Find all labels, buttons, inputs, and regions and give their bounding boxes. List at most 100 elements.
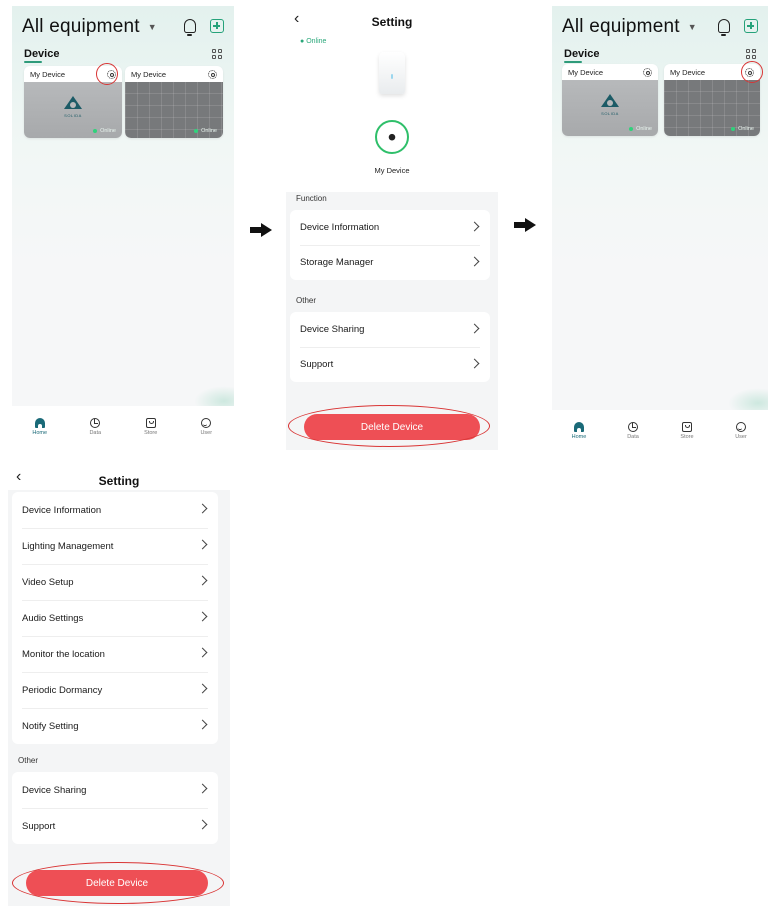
add-device-icon[interactable]: [744, 19, 758, 33]
device-name: My Device: [30, 69, 66, 79]
group-label-other: Other: [18, 756, 39, 765]
list-item[interactable]: Support: [12, 808, 218, 844]
page-title: All equipment: [562, 16, 680, 37]
home-header[interactable]: All equipment ▼: [22, 16, 157, 38]
section-label: Device: [564, 48, 600, 63]
gear-icon[interactable]: [208, 69, 217, 79]
list-item-label: Lighting Management: [22, 540, 114, 552]
store-icon: [145, 418, 156, 428]
list-item-label: Video Setup: [22, 576, 74, 588]
page-title: All equipment: [22, 16, 140, 37]
list-item-label: Device Sharing: [22, 784, 87, 796]
brand-logo-icon: [601, 94, 619, 108]
add-device-icon[interactable]: [210, 19, 224, 33]
setting-screen-full: ‹ Setting Device Information Lighting Ma…: [8, 466, 230, 906]
list-item[interactable]: Storage Manager: [290, 245, 490, 280]
home-header[interactable]: All equipment ▼: [562, 16, 697, 38]
device-header-panel: [286, 6, 498, 192]
brand-logo-text: SOLIDA: [601, 111, 619, 116]
tab-user[interactable]: User: [726, 422, 756, 440]
chevron-right-icon: [197, 611, 208, 622]
function-group: Device Information Storage Manager: [290, 210, 490, 280]
list-item[interactable]: Device Information: [12, 492, 218, 528]
tab-bar: Home Data Store User: [552, 410, 768, 450]
grid-view-icon[interactable]: [212, 49, 222, 59]
home-icon: [34, 418, 45, 428]
device-name: My Device: [670, 67, 706, 77]
list-item[interactable]: Periodic Dormancy: [12, 672, 218, 708]
tab-data[interactable]: Data: [618, 422, 648, 440]
setting-screen-overview: ‹ Setting ● Online My Device Function De…: [286, 6, 498, 450]
list-item[interactable]: Audio Settings: [12, 600, 218, 636]
list-item-label: Periodic Dormancy: [22, 684, 103, 696]
device-card[interactable]: My Device Online: [125, 66, 223, 138]
gear-icon[interactable]: [643, 67, 652, 77]
notification-bell-icon[interactable]: [184, 19, 196, 36]
status-badge: Online: [731, 126, 754, 132]
device-thumbnail[interactable]: Online: [664, 80, 760, 136]
chevron-right-icon: [197, 539, 208, 550]
device-thumbnail[interactable]: SOLIDA Online: [24, 82, 122, 138]
status-badge: Online: [629, 126, 652, 132]
list-item-label: Support: [22, 820, 56, 832]
section-label: Device: [24, 48, 59, 63]
tab-bar: Home Data Store User: [12, 406, 234, 446]
device-thumbnail[interactable]: Online: [125, 82, 223, 138]
status-text: Online: [306, 38, 327, 45]
tab-home[interactable]: Home: [25, 418, 55, 436]
page-title: Setting: [98, 474, 140, 488]
highlight-ellipse: [12, 862, 224, 904]
other-group: Device Sharing Support: [290, 312, 490, 382]
tab-store[interactable]: Store: [136, 418, 166, 436]
user-icon: [201, 418, 212, 428]
arrow-right-icon: [250, 223, 272, 237]
list-item[interactable]: Device Information: [290, 210, 490, 245]
chevron-right-icon: [197, 819, 208, 830]
highlight-ellipse: [288, 405, 490, 447]
chevron-down-icon[interactable]: ▼: [148, 22, 157, 32]
group-label-function: Function: [296, 194, 327, 203]
chevron-right-icon: [197, 575, 208, 586]
group-label-other: Other: [296, 296, 317, 305]
tab-user[interactable]: User: [191, 418, 221, 436]
list-item[interactable]: Notify Setting: [12, 708, 218, 744]
list-item-label: Device Sharing: [300, 324, 365, 335]
list-item[interactable]: Lighting Management: [12, 528, 218, 564]
brand-logo-text: SOLIDA: [64, 113, 82, 118]
device-name: My Device: [374, 166, 410, 175]
section-underline: [564, 61, 582, 63]
tab-home[interactable]: Home: [564, 422, 594, 440]
notification-bell-icon[interactable]: [718, 19, 730, 36]
list-item[interactable]: Support: [290, 347, 490, 382]
tab-label: Store: [144, 430, 158, 436]
highlight-circle: [741, 61, 763, 83]
list-item[interactable]: Device Sharing: [290, 312, 490, 347]
device-name: My Device: [131, 69, 167, 79]
list-item-label: Storage Manager: [300, 257, 374, 268]
list-item-label: Monitor the location: [22, 648, 105, 660]
grid-view-icon[interactable]: [746, 49, 756, 59]
chevron-right-icon: [197, 783, 208, 794]
list-item[interactable]: Monitor the location: [12, 636, 218, 672]
list-item[interactable]: Device Sharing: [12, 772, 218, 808]
camera-icon[interactable]: [375, 120, 409, 154]
other-group: Device Sharing Support: [12, 772, 218, 844]
home-screen-1: All equipment ▼ Device My Device SOLIDA …: [12, 6, 234, 446]
tab-data[interactable]: Data: [80, 418, 110, 436]
tab-label: User: [200, 430, 213, 436]
tab-label: Data: [89, 430, 102, 436]
section-label-text: Device: [564, 48, 600, 60]
chevron-right-icon: [469, 323, 480, 334]
store-icon: [682, 422, 692, 432]
tab-label: Store: [680, 434, 694, 440]
device-card[interactable]: My Device SOLIDA Online: [562, 64, 658, 136]
device-thumbnail[interactable]: SOLIDA Online: [562, 80, 658, 136]
chevron-down-icon[interactable]: ▼: [688, 22, 697, 32]
list-item-label: Support: [300, 359, 334, 370]
highlight-circle: [96, 63, 118, 85]
brand-logo-icon: [64, 96, 82, 110]
list-item[interactable]: Video Setup: [12, 564, 218, 600]
list-item-label: Device Information: [300, 222, 380, 233]
tab-store[interactable]: Store: [672, 422, 702, 440]
list-item-label: Device Information: [22, 504, 102, 516]
